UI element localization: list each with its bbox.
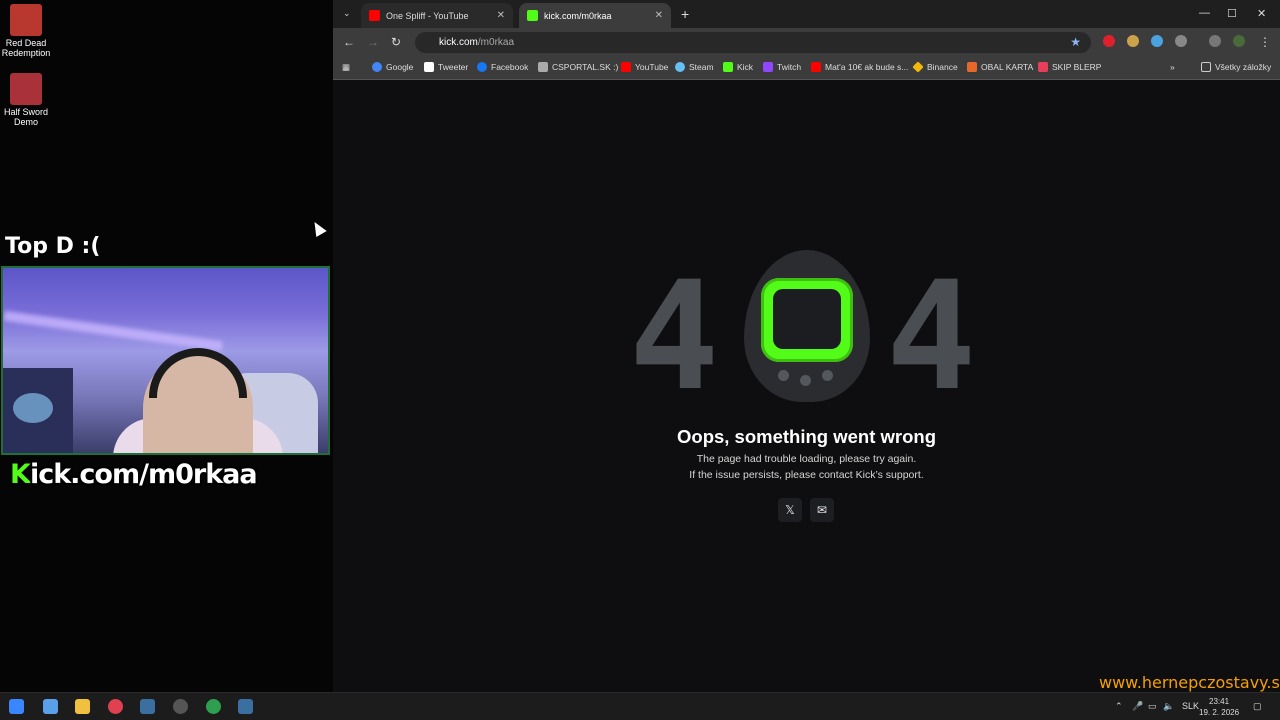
volume-icon[interactable]: 🔈 [1163, 701, 1174, 712]
microphone-icon[interactable]: 🎤 [1132, 701, 1143, 712]
steam-icon[interactable] [140, 699, 155, 714]
bookmark-csportal[interactable]: CSPORTAL.SK :) [538, 62, 618, 72]
x-social-button[interactable]: 𝕏 [778, 498, 802, 522]
chevron-up-icon[interactable]: ⌃ [1115, 701, 1123, 712]
clock[interactable]: 23:41 19. 2. 2026 [1199, 696, 1239, 718]
tab-kick[interactable]: kick.com/m0rkaa ✕ [519, 3, 671, 28]
menu-kebab-icon[interactable]: ⋮ [1259, 35, 1271, 49]
tab-youtube[interactable]: One Spliff - YouTube ✕ [361, 3, 513, 28]
csportal-icon [538, 62, 548, 72]
bookmark-twitch[interactable]: Twitch [763, 62, 801, 72]
file-explorer-icon[interactable] [75, 699, 90, 714]
back-icon[interactable]: ← [343, 35, 355, 49]
extension-icon[interactable] [1127, 35, 1139, 47]
desktop-icon-label: Red Dead Redemption [1, 38, 51, 58]
taskbar: ⌃ 🎤 ▭ 🔈 SLK 23:41 19. 2. 2026 ▢ [0, 692, 1280, 720]
google-icon [372, 62, 382, 72]
notification-icon[interactable]: ▢ [1253, 701, 1262, 712]
kick-icon [527, 10, 538, 21]
media-icon[interactable] [1209, 35, 1221, 47]
error-code-left: 4 [629, 250, 720, 424]
chrome-icon[interactable] [206, 699, 221, 714]
error-code-right: 4 [886, 250, 977, 424]
watermark: www.hernepczostavy.sk [1099, 673, 1280, 692]
desktop: Red Dead Redemption Half Sword Demo Top … [0, 0, 333, 692]
bookmark-steam[interactable]: Steam [675, 62, 714, 72]
windows-start-icon[interactable] [9, 699, 24, 714]
network-icon[interactable]: ▭ [1148, 701, 1157, 712]
desktop-icon-red-dead-redemption[interactable]: Red Dead Redemption [0, 4, 52, 58]
bookmark-facebook[interactable]: Facebook [477, 62, 528, 72]
error-title: Oops, something went wrong [677, 426, 936, 447]
bookmark-obal-karta[interactable]: OBAL KARTA [967, 62, 1033, 72]
steam-icon[interactable] [238, 699, 253, 714]
tab-search-icon[interactable]: ⌄ [343, 8, 351, 19]
tab-title: One Spliff - YouTube [386, 10, 469, 21]
profile-avatar[interactable] [1233, 35, 1245, 47]
window-close-icon[interactable]: ✕ [1257, 7, 1266, 20]
tab-strip: ⌄ One Spliff - YouTube ✕ kick.com/m0rkaa… [333, 0, 1280, 28]
close-icon[interactable]: ✕ [497, 10, 505, 21]
extensions-puzzle-icon[interactable] [1175, 35, 1187, 47]
desktop-icon-half-sword[interactable]: Half Sword Demo [0, 73, 52, 127]
bookmark-skip-blerp[interactable]: SKIP BLERP [1038, 62, 1101, 72]
translate-extension-icon[interactable] [1151, 35, 1163, 47]
more-bookmarks-icon[interactable]: » [1170, 62, 1175, 72]
chrome-profile-icon[interactable] [108, 699, 123, 714]
obal-icon [967, 62, 977, 72]
close-icon[interactable]: ✕ [655, 10, 663, 21]
address-bar[interactable]: kick.com/m0rkaa ★ [415, 32, 1091, 53]
red-dead-redemption-icon [10, 4, 42, 36]
half-sword-icon [10, 73, 42, 105]
minimize-icon[interactable]: — [1199, 7, 1210, 19]
stream-kick-logo: Kick.com/m0rkaa [10, 459, 258, 490]
browser-window: ⌄ One Spliff - YouTube ✕ kick.com/m0rkaa… [333, 0, 1280, 692]
mouse-cursor-icon [309, 218, 327, 238]
bookmark-youtube[interactable]: YouTube [621, 62, 668, 72]
browser-toolbar: ← → ↻ kick.com/m0rkaa ★ ⋮ [333, 28, 1280, 56]
bookmark-star-icon[interactable]: ★ [1070, 35, 1081, 49]
desktop-icon-label: Half Sword Demo [3, 107, 48, 127]
steam-icon [675, 62, 685, 72]
bookmark-mata[interactable]: Mat'a 10€ ak bude s... [811, 62, 908, 72]
twitch-icon [763, 62, 773, 72]
kick-icon [723, 62, 733, 72]
facebook-icon [477, 62, 487, 72]
tamagotchi-illustration [744, 250, 870, 402]
error-message-line1: The page had trouble loading, please try… [696, 453, 917, 465]
reload-icon[interactable]: ↻ [391, 35, 401, 49]
tab-title: kick.com/m0rkaa [544, 10, 612, 21]
adblock-extension-icon[interactable] [1103, 35, 1115, 47]
all-bookmarks[interactable]: Všetky záložky [1201, 62, 1271, 72]
stream-overlay-title: Top D :( [5, 234, 101, 259]
apps-grid-icon[interactable]: ▦ [342, 62, 350, 73]
blerp-icon [1038, 62, 1048, 72]
youtube-icon [369, 10, 380, 21]
language-indicator[interactable]: SLK [1182, 701, 1199, 711]
forward-icon[interactable]: → [367, 35, 379, 49]
youtube-icon [811, 62, 821, 72]
x-icon [424, 62, 434, 72]
bookmark-kick[interactable]: Kick [723, 62, 753, 72]
bookmarks-bar: ▦ Google Tweeter Facebook CSPORTAL.SK :)… [333, 56, 1280, 80]
taskbar-app-icon[interactable] [43, 699, 58, 714]
new-tab-icon[interactable]: + [681, 6, 689, 22]
tamagotchi-screen [761, 278, 853, 362]
error-message-line2: If the issue persists, please contact Ki… [689, 469, 924, 481]
folder-icon [1201, 62, 1211, 72]
bookmark-binance[interactable]: Binance [912, 61, 958, 73]
bookmark-google[interactable]: Google [372, 62, 413, 72]
kick-error-page: 4 4 Oops, something went wrong The page … [333, 80, 1280, 692]
webcam-feed [1, 266, 330, 455]
bookmark-tweeter[interactable]: Tweeter [424, 62, 468, 72]
youtube-icon [621, 62, 631, 72]
email-support-button[interactable]: ✉ [810, 498, 834, 522]
obs-icon[interactable] [173, 699, 188, 714]
maximize-icon[interactable]: ☐ [1227, 7, 1237, 20]
binance-icon [912, 61, 924, 73]
